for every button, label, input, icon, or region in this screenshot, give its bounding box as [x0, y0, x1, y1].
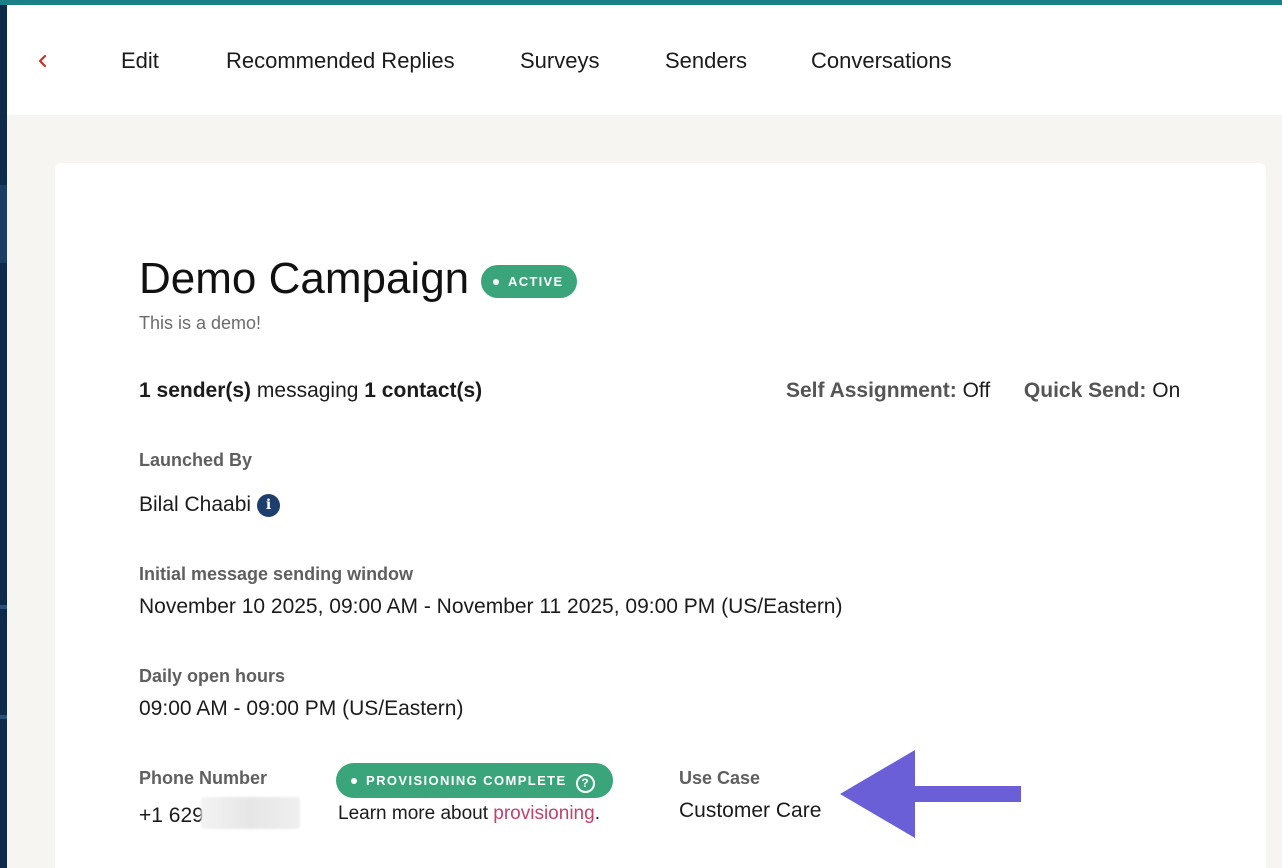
- sender-count: 1 sender(s): [139, 379, 252, 402]
- provisioning-help-text: Learn more about provisioning.: [338, 801, 600, 827]
- info-icon[interactable]: i: [257, 494, 281, 517]
- provisioning-badge-label: PROVISIONING COMPLETE: [366, 773, 567, 788]
- tab-edit[interactable]: Edit: [121, 45, 159, 77]
- campaign-description: This is a demo!: [139, 313, 262, 333]
- status-badge-label: ACTIVE: [508, 274, 564, 289]
- sidebar-edge-highlight: [0, 185, 7, 263]
- contact-count: 1 contact(s): [364, 379, 483, 402]
- status-dot-icon: [493, 278, 499, 285]
- phone-number: +1 629: [139, 797, 300, 830]
- sending-window-value: November 10 2025, 09:00 AM - November 11…: [139, 595, 843, 618]
- open-hours-value: 09:00 AM - 09:00 PM (US/Eastern): [139, 697, 464, 720]
- sidebar-edge-divider: [0, 715, 7, 719]
- phone-number-label: Phone Number: [139, 768, 268, 788]
- tab-recommended-replies[interactable]: Recommended Replies: [226, 45, 455, 77]
- status-badge: ACTIVE: [481, 265, 578, 298]
- self-assignment-label: Self Assignment:: [786, 379, 957, 402]
- sidebar-edge-divider: [0, 605, 7, 609]
- self-assignment-value: Off: [962, 379, 991, 402]
- tab-conversations[interactable]: Conversations: [811, 45, 952, 77]
- learn-more-suffix: .: [594, 803, 600, 824]
- campaign-detail-card: Demo Campaign ACTIVE This is a demo! 1 s…: [55, 163, 1266, 868]
- help-icon[interactable]: ?: [575, 774, 595, 793]
- status-dot-icon: [351, 777, 357, 784]
- sidebar-edge: [0, 5, 7, 868]
- redacted-phone-digits: [200, 797, 300, 829]
- open-hours-label: Daily open hours: [139, 666, 286, 686]
- provisioning-link[interactable]: provisioning: [493, 803, 594, 824]
- sending-window-label: Initial message sending window: [139, 564, 414, 584]
- campaign-settings: Self Assignment: Off Quick Send: On: [786, 377, 1180, 405]
- launched-by: Bilal Chaabi i: [139, 491, 281, 519]
- tab-senders[interactable]: Senders: [665, 45, 747, 77]
- campaign-title: Demo Campaign: [139, 254, 470, 303]
- phone-number-value: +1 629: [139, 804, 204, 827]
- stats-connector: messaging: [256, 379, 359, 402]
- provisioning-badge: PROVISIONING COMPLETE?: [336, 763, 613, 798]
- use-case-value: Customer Care: [679, 799, 822, 822]
- campaign-nav: Edit Recommended Replies Surveys Senders…: [7, 5, 1282, 115]
- annotation-arrow-icon: [840, 750, 1021, 838]
- back-button[interactable]: [37, 46, 57, 76]
- campaign-stats: 1 sender(s) messaging 1 contact(s): [139, 377, 482, 405]
- learn-more-prefix: Learn more about: [338, 803, 488, 824]
- launched-by-value: Bilal Chaabi: [139, 493, 252, 516]
- quick-send-value: On: [1152, 379, 1181, 402]
- tab-surveys[interactable]: Surveys: [520, 45, 599, 77]
- chevron-left-icon: [38, 54, 47, 68]
- launched-by-label: Launched By: [139, 450, 253, 470]
- quick-send-label: Quick Send:: [1023, 379, 1147, 402]
- use-case-label: Use Case: [679, 768, 761, 788]
